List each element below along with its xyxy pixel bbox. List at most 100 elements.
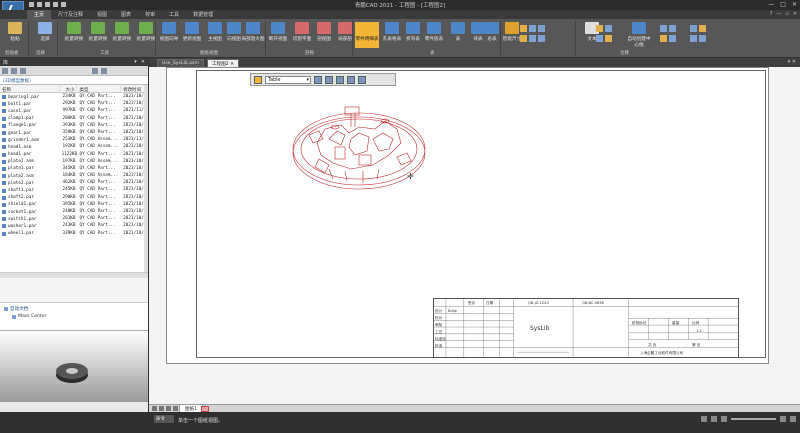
column-header-1[interactable]: 大小 xyxy=(60,85,78,93)
back-icon[interactable] xyxy=(2,68,8,74)
file-row[interactable]: clamp1.par 280KB QY CAD Part... 2021/10/ xyxy=(0,115,148,122)
ribbon-small-icon[interactable] xyxy=(538,25,545,32)
ribbon-small-icon[interactable] xyxy=(690,25,697,32)
ribbon-button-7[interactable]: 更新视图 xyxy=(180,22,204,42)
file-list-scrollbar[interactable] xyxy=(144,85,148,272)
help-icon[interactable]: ? xyxy=(770,11,773,17)
column-header-2[interactable]: 类型 xyxy=(77,85,122,93)
ribbon-small-icon[interactable] xyxy=(520,35,527,42)
ribbon-small-icon[interactable] xyxy=(605,25,612,32)
grid-icon[interactable] xyxy=(701,416,707,422)
table-format-icon[interactable] xyxy=(336,75,344,84)
file-row[interactable]: shaft1.par 245KB QY CAD Part... 2021/10/ xyxy=(0,186,148,193)
drawing-canvas[interactable]: ✛ Bdlje 设计 校对 审核 工艺 标准化 批准 签名 日期 QB-JZ-1… xyxy=(149,67,800,404)
mdi-close-icon[interactable]: ✕ xyxy=(793,11,797,17)
file-row[interactable]: head1.asm 192KB QY CAD Assem... 2021/10/ xyxy=(0,143,148,150)
column-header-0[interactable]: 名称 xyxy=(0,85,60,93)
part-isometric-view[interactable] xyxy=(289,99,429,203)
file-row[interactable]: washer1.par 243KB QY CAD Part... 2021/10/ xyxy=(0,222,148,229)
ribbon-small-icon[interactable] xyxy=(699,35,706,42)
first-sheet-icon[interactable] xyxy=(152,406,157,411)
ribbon-tab-3[interactable]: 图表 xyxy=(114,10,138,19)
table-insert-icon[interactable] xyxy=(314,75,322,84)
ribbon-button-3[interactable]: 批量转换 xyxy=(86,22,110,42)
ribbon-button-12[interactable]: 切割平面 xyxy=(290,22,314,42)
tree-item-auto-doc[interactable]: 自动文档 xyxy=(4,306,144,312)
forward-icon[interactable] xyxy=(11,68,17,74)
file-row[interactable]: shaft2.par 290KB QY CAD Part... 2021/10/ xyxy=(0,194,148,201)
ribbon-small-icon[interactable] xyxy=(660,35,667,42)
up-folder-icon[interactable] xyxy=(20,68,26,74)
file-row[interactable]: plate2.par 462KB QY CAD Part... 2021/10/ xyxy=(0,179,148,186)
doc-tab-drawing[interactable]: 工程图2 ✕ xyxy=(207,59,240,67)
ribbon-button-10[interactable]: 局部放大图 xyxy=(241,22,265,42)
ribbon-tab-4[interactable]: 校审 xyxy=(138,10,162,19)
ribbon-tab-1[interactable]: 尺寸及注释 xyxy=(51,10,90,19)
file-row[interactable]: shield1.par 395KB QY CAD Part... 2021/10/ xyxy=(0,201,148,208)
table-options-icon[interactable] xyxy=(358,75,366,84)
library-path[interactable]: (3D模型数据) xyxy=(0,76,148,85)
mdi-restore-icon[interactable]: ▫ xyxy=(785,11,788,17)
ribbon-button-11[interactable]: 断开视图 xyxy=(266,22,290,42)
ribbon-small-icon[interactable] xyxy=(596,35,603,42)
ribbon-small-icon[interactable] xyxy=(669,25,676,32)
zoom-area-icon[interactable] xyxy=(790,416,796,422)
ribbon-tab-5[interactable]: 工具 xyxy=(162,10,186,19)
ribbon-small-icon[interactable] xyxy=(669,35,676,42)
snap-icon[interactable] xyxy=(711,416,717,422)
ribbon-small-icon[interactable] xyxy=(529,25,536,32)
file-row[interactable]: gear1.par 359KB QY CAD Part... 2021/10/ xyxy=(0,129,148,136)
file-row[interactable]: flange1.par 393KB QY CAD Part... 2021/10/ xyxy=(0,122,148,129)
ribbon-button-2[interactable]: 批量转换 xyxy=(62,22,86,42)
ribbon-button-15[interactable]: 零件明细表 xyxy=(355,22,379,48)
file-row[interactable]: head1.par 1122KB QY CAD Part... 2021/10/ xyxy=(0,151,148,158)
ribbon-small-icon[interactable] xyxy=(538,35,545,42)
prev-sheet-icon[interactable] xyxy=(159,406,164,411)
last-sheet-icon[interactable] xyxy=(173,406,178,411)
ribbon-button-0[interactable]: 粘贴 xyxy=(3,22,27,42)
pin-icon[interactable]: ▾ xyxy=(134,59,137,65)
ribbon-button-6[interactable]: 视图向导 xyxy=(157,22,181,42)
tree-item-mass-center[interactable]: Mass Center xyxy=(12,314,144,319)
file-row[interactable]: case1.par 997KB QY CAD Part... 2021/11/ xyxy=(0,107,148,114)
ribbon-small-icon[interactable] xyxy=(605,35,612,42)
ribbon-tab-2[interactable]: 视图 xyxy=(90,10,114,19)
ribbon-small-icon[interactable] xyxy=(520,25,527,32)
ribbon-small-icon[interactable] xyxy=(699,25,706,32)
ribbon-button-4[interactable]: 批量转换 xyxy=(110,22,134,42)
refresh-icon[interactable] xyxy=(101,68,107,74)
file-row[interactable]: plate2.asm 184KB QY CAD Assem... 2021/10/ xyxy=(0,172,148,179)
next-sheet-icon[interactable] xyxy=(166,406,171,411)
file-row[interactable]: bolt1.par 292KB QY CAD Part... 2021/10/ xyxy=(0,100,148,107)
ribbon-button-1[interactable]: 选择 xyxy=(33,22,57,42)
ortho-icon[interactable] xyxy=(721,416,727,422)
minimize-icon[interactable]: — xyxy=(768,1,774,8)
doc-tab-asm[interactable]: Use_SysLib.asm xyxy=(157,59,204,67)
panel-close-icon[interactable]: ✕ xyxy=(141,59,145,65)
file-row[interactable]: wheel1.par 339KB QY CAD Part... 2021/10/ xyxy=(0,230,148,237)
file-row[interactable]: bearing1.par 234KB QY CAD Part... 2021/10/ xyxy=(0,93,148,100)
close-icon[interactable]: ✕ xyxy=(792,1,797,8)
file-row[interactable]: plate1.par 345KB QY CAD Part... 2021/10/ xyxy=(0,165,148,172)
table-style-icon[interactable] xyxy=(254,75,262,84)
ribbon-small-icon[interactable] xyxy=(660,25,667,32)
ribbon-button-14[interactable]: 局部剖 xyxy=(333,22,357,42)
table-export-icon[interactable] xyxy=(347,75,355,84)
ribbon-tab-0[interactable]: 主页 xyxy=(27,10,52,19)
file-row[interactable]: grinder1.asm 253KB QY CAD Assem... 2021/11/ xyxy=(0,136,148,143)
tab-list-dropdown-icon[interactable]: ▾ ✕ xyxy=(788,59,796,65)
ribbon-button-18[interactable]: 零件族表 xyxy=(422,22,446,42)
ribbon-tab-6[interactable]: 数据管理 xyxy=(186,10,220,19)
file-row[interactable]: switch1.par 261KB QY CAD Part... 2021/10/ xyxy=(0,215,148,222)
maximize-icon[interactable]: □ xyxy=(780,1,786,8)
table-type-select[interactable]: Table xyxy=(265,75,311,84)
view-mode-icon[interactable] xyxy=(92,68,98,74)
ribbon-small-icon[interactable] xyxy=(690,35,697,42)
table-props-icon[interactable] xyxy=(325,75,333,84)
ribbon-button-24[interactable]: 自动创建中心线 xyxy=(627,22,651,48)
file-row[interactable]: socket1.par 240KB QY CAD Part... 2021/10/ xyxy=(0,208,148,215)
ribbon-small-icon[interactable] xyxy=(529,35,536,42)
mdi-minimize-icon[interactable]: — xyxy=(776,11,781,17)
file-row[interactable]: plate1.asm 197KB QY CAD Assem... 2021/10/ xyxy=(0,158,148,165)
ribbon-small-icon[interactable] xyxy=(596,25,603,32)
